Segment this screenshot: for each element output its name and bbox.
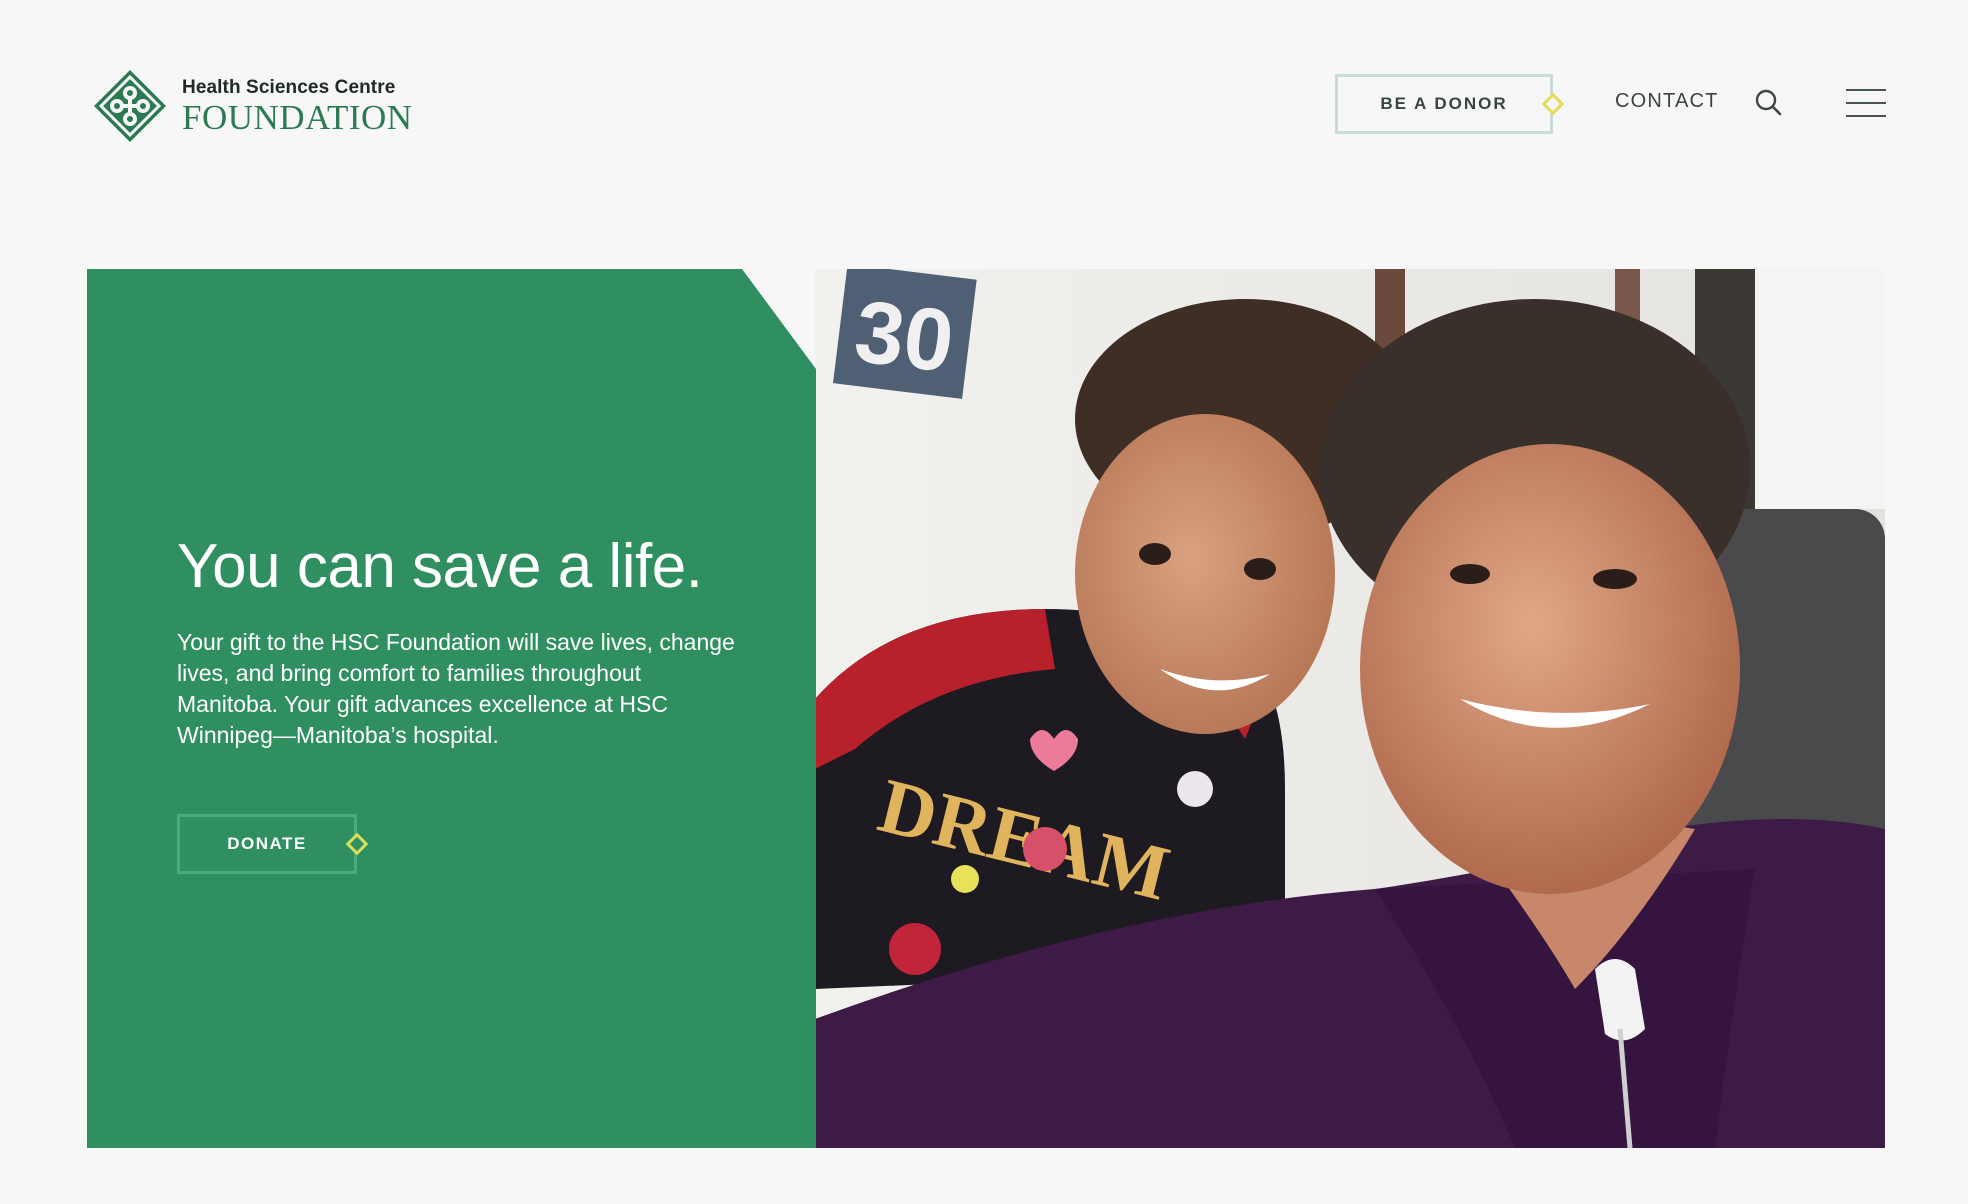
hero-banner: 30 DREAM You can save a life. Your gift … (87, 269, 1885, 1148)
logo-line2: FOUNDATION (182, 97, 413, 137)
be-a-donor-button[interactable]: BE A DONOR (1335, 74, 1565, 134)
hero-heading: You can save a life. (177, 532, 703, 601)
hamburger-menu-icon (1846, 89, 1886, 91)
search-button[interactable] (1754, 88, 1784, 118)
number-sign: 30 (833, 269, 977, 399)
diamond-accent-icon (1541, 92, 1565, 116)
site-header: Health Sciences Centre FOUNDATION BE A D… (0, 0, 1968, 210)
hero-text-panel: You can save a life. Your gift to the HS… (87, 269, 816, 1148)
be-a-donor-label: BE A DONOR (1380, 94, 1508, 113)
site-logo[interactable]: Health Sciences Centre FOUNDATION (92, 68, 413, 144)
diamond-accent-icon (345, 832, 369, 856)
svg-text:30: 30 (850, 281, 959, 391)
hero-photo: 30 DREAM (815, 269, 1885, 1148)
logo-line1: Health Sciences Centre (182, 76, 396, 98)
contact-link[interactable]: CONTACT (1615, 90, 1719, 113)
hamburger-menu-button[interactable] (1846, 89, 1886, 119)
donate-label: DONATE (227, 834, 307, 853)
hero-description: Your gift to the HSC Foundation will sav… (177, 629, 735, 748)
search-icon (1755, 89, 1782, 116)
donate-button[interactable]: DONATE (177, 814, 369, 874)
hsc-foundation-logo-icon (94, 70, 166, 142)
